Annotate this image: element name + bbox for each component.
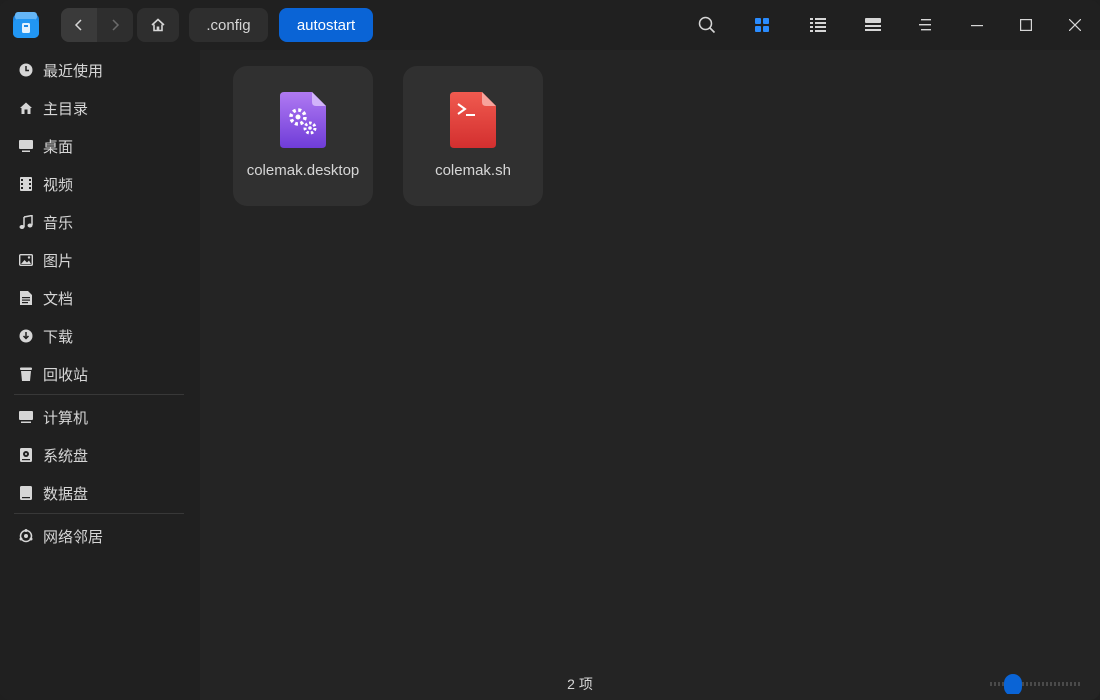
sidebar-item-data-disk[interactable]: 数据盘 <box>0 477 200 509</box>
shell-script-icon <box>450 92 496 148</box>
home-icon <box>18 100 34 116</box>
back-button[interactable] <box>61 8 97 42</box>
sidebar-item-downloads[interactable]: 下载 <box>0 320 200 352</box>
sidebar-item-network[interactable]: 网络邻居 <box>0 520 200 552</box>
home-button[interactable] <box>137 8 179 42</box>
maximize-icon <box>1020 19 1032 31</box>
list-view-button[interactable] <box>803 10 833 40</box>
music-icon <box>18 214 34 230</box>
download-icon <box>18 328 34 344</box>
file-name: colemak.desktop <box>246 162 360 179</box>
sidebar-item-label: 主目录 <box>43 100 89 118</box>
file-manager-app-icon[interactable] <box>11 10 41 40</box>
sidebar-item-music[interactable]: 音乐 <box>0 206 200 238</box>
sidebar-item-label: 桌面 <box>43 138 74 156</box>
sidebar-item-videos[interactable]: 视频 <box>0 168 200 200</box>
main-menu-button[interactable] <box>911 10 941 40</box>
home-icon <box>151 18 165 32</box>
sidebar-item-pictures[interactable]: 图片 <box>0 244 200 276</box>
sidebar-item-computer[interactable]: 计算机 <box>0 401 200 433</box>
sidebar-item-documents[interactable]: 文档 <box>0 282 200 314</box>
icon-view-button[interactable] <box>747 10 777 40</box>
sidebar-item-label: 计算机 <box>43 409 89 427</box>
detail-view-button[interactable] <box>858 10 888 40</box>
network-icon <box>18 528 34 544</box>
sidebar: 最近使用 主目录 桌面 视频 音乐 图片 文档 下载 回收站 计算机 系统盘 数… <box>0 50 200 700</box>
sidebar-item-home[interactable]: 主目录 <box>0 92 200 124</box>
file-item[interactable]: colemak.sh <box>403 66 543 206</box>
sidebar-separator <box>14 394 184 395</box>
sidebar-separator <box>14 513 184 514</box>
sidebar-item-label: 下载 <box>43 328 74 346</box>
trash-icon <box>18 366 34 382</box>
sidebar-item-label: 数据盘 <box>43 485 89 503</box>
system-disk-icon <box>18 447 34 463</box>
file-item[interactable]: colemak.desktop <box>233 66 373 206</box>
status-item-count: 2 项 <box>567 676 593 692</box>
data-disk-icon <box>18 485 34 501</box>
menu-icon <box>919 19 931 31</box>
video-icon <box>18 176 34 192</box>
search-icon <box>698 16 716 34</box>
sidebar-item-label: 最近使用 <box>43 62 104 80</box>
image-icon <box>18 252 34 268</box>
computer-icon <box>18 409 34 425</box>
sidebar-item-system-disk[interactable]: 系统盘 <box>0 439 200 471</box>
minimize-button[interactable] <box>962 10 992 40</box>
sidebar-item-desktop[interactable]: 桌面 <box>0 130 200 162</box>
desktop-icon <box>18 138 34 154</box>
sidebar-item-recent[interactable]: 最近使用 <box>0 54 200 86</box>
file-name: colemak.sh <box>435 162 511 179</box>
sidebar-item-label: 文档 <box>43 290 74 308</box>
list-view-icon <box>810 18 826 32</box>
search-button[interactable] <box>692 10 722 40</box>
grid-view-icon <box>755 18 769 32</box>
sidebar-item-trash[interactable]: 回收站 <box>0 358 200 390</box>
title-bar: .config autostart <box>0 0 1100 50</box>
sidebar-item-label: 视频 <box>43 176 74 194</box>
zoom-slider[interactable] <box>990 674 1082 696</box>
sidebar-item-label: 图片 <box>43 252 74 270</box>
close-icon <box>1069 19 1081 31</box>
file-view: colemak.desktop colemak.sh 2 项 <box>200 50 1100 700</box>
forward-button[interactable] <box>97 8 133 42</box>
close-button[interactable] <box>1060 10 1090 40</box>
clock-icon <box>18 62 34 78</box>
breadcrumb-autostart[interactable]: autostart <box>279 8 373 42</box>
sidebar-item-label: 网络邻居 <box>43 528 104 546</box>
sidebar-item-label: 系统盘 <box>43 447 89 465</box>
sidebar-item-label: 音乐 <box>43 214 74 232</box>
file-manager-window: .config autostart 最近使用 主目录 桌面 视频 音乐 图片 文… <box>0 0 1100 700</box>
maximize-button[interactable] <box>1011 10 1041 40</box>
minimize-icon <box>971 25 983 27</box>
desktop-file-icon <box>280 92 326 148</box>
tree-view-icon <box>865 18 881 31</box>
navigation-buttons <box>61 8 133 42</box>
document-icon <box>18 290 34 306</box>
breadcrumb-config[interactable]: .config <box>189 8 268 42</box>
sidebar-item-label: 回收站 <box>43 366 89 384</box>
chevron-right-icon <box>112 19 120 31</box>
slider-handle[interactable] <box>1004 674 1022 696</box>
chevron-left-icon <box>74 19 82 31</box>
